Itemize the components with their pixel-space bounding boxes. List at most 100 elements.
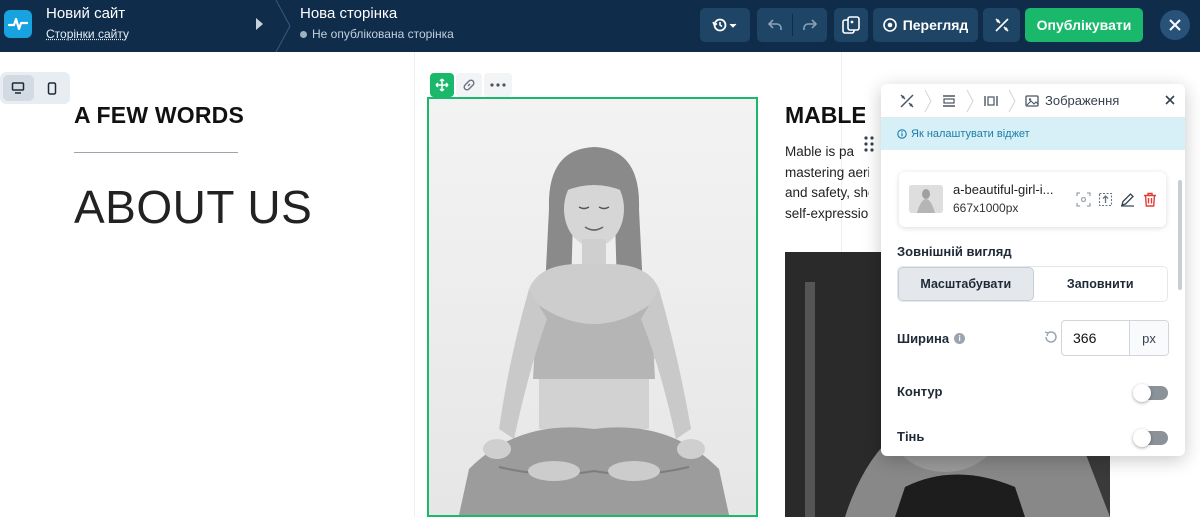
width-label: Ширина i xyxy=(897,331,966,346)
image-file-name: a-beautiful-girl-i... xyxy=(953,182,1054,197)
media-icon xyxy=(842,16,860,34)
image-file-card[interactable]: a-beautiful-girl-i... 667x1000px xyxy=(899,172,1166,227)
panel-drag-handle-icon[interactable] xyxy=(862,135,876,153)
pencil-icon xyxy=(1121,193,1134,207)
text-line: mastering aeria xyxy=(785,164,869,180)
meditating-woman-image xyxy=(429,99,756,515)
width-unit-select[interactable]: px xyxy=(1130,321,1168,355)
preview-button[interactable]: Перегляд xyxy=(873,8,978,42)
image-dimensions: 667x1000px xyxy=(953,201,1019,215)
panel-breadcrumb: Зображення xyxy=(881,84,1185,118)
text-line: Mable is pa xyxy=(785,144,855,159)
text-line: and safety, she xyxy=(785,185,869,200)
replace-image-button[interactable] xyxy=(1097,191,1114,208)
width-field[interactable]: 366 px xyxy=(1061,320,1169,356)
top-toolbar: Новий сайт Сторінки сайту Нова сторінка … xyxy=(0,0,1200,52)
breadcrumb-tools[interactable] xyxy=(891,84,923,118)
widget-help-link[interactable]: Як налаштувати віджет xyxy=(881,118,1185,150)
text-line: self-expression xyxy=(785,205,869,221)
shadow-label: Тінь xyxy=(897,429,925,444)
app-logo-icon[interactable] xyxy=(4,10,32,38)
section-title[interactable]: ABOUT US xyxy=(74,180,312,234)
upload-icon xyxy=(1098,192,1113,207)
about-paragraph[interactable]: Mable is pa mastering aeria and safety, … xyxy=(785,142,869,224)
media-library-button[interactable] xyxy=(834,8,868,42)
history-button[interactable] xyxy=(700,8,750,42)
page-canvas: A FEW WORDS ABOUT US MABLE Mable is pa m… xyxy=(0,52,1200,517)
page-status: Не опублікована сторінка xyxy=(300,27,454,41)
scale-option-button[interactable]: Масштабувати xyxy=(898,267,1034,301)
close-icon xyxy=(1169,19,1181,31)
help-link-text: Як налаштувати віджет xyxy=(911,128,1030,140)
breadcrumb-image[interactable]: Зображення xyxy=(1017,84,1127,118)
move-widget-button[interactable] xyxy=(430,73,454,97)
more-icon xyxy=(490,83,506,87)
device-switcher xyxy=(0,72,70,104)
redo-button[interactable] xyxy=(792,8,827,42)
more-options-button[interactable] xyxy=(484,73,512,97)
reset-width-icon[interactable] xyxy=(1043,329,1059,345)
desktop-icon xyxy=(12,82,25,94)
breadcrumb-column[interactable] xyxy=(975,84,1007,118)
mobile-icon xyxy=(47,81,56,95)
close-editor-button[interactable] xyxy=(1160,10,1190,40)
undo-redo-group xyxy=(757,8,827,42)
tools-button[interactable] xyxy=(983,8,1020,42)
appearance-toggle: Масштабувати Заповнити xyxy=(897,266,1168,302)
mobile-view-button[interactable] xyxy=(37,75,68,101)
info-icon xyxy=(897,129,907,139)
appearance-heading: Зовнішній вигляд xyxy=(897,244,1012,259)
file-actions xyxy=(1075,191,1158,208)
image-icon xyxy=(1025,94,1039,107)
site-pages-link[interactable]: Сторінки сайту xyxy=(46,27,129,41)
page-name[interactable]: Нова сторінка xyxy=(300,5,397,22)
toggle-knob xyxy=(1133,384,1151,402)
edit-image-button[interactable] xyxy=(1119,191,1136,208)
width-label-text: Ширина xyxy=(897,331,950,346)
breadcrumb-section[interactable] xyxy=(933,84,965,118)
undo-button[interactable] xyxy=(757,8,792,42)
contour-toggle[interactable] xyxy=(1133,384,1168,402)
image-settings-panel: Зображення Як налаштувати віджет a-beaut… xyxy=(881,84,1185,456)
expand-triangle-icon[interactable] xyxy=(256,18,263,30)
desktop-view-button[interactable] xyxy=(3,75,34,101)
toggle-knob xyxy=(1133,429,1151,447)
panel-title: Зображення xyxy=(1045,93,1120,108)
column-guide xyxy=(414,52,415,517)
section-subtitle[interactable]: A FEW WORDS xyxy=(74,102,244,129)
trash-icon xyxy=(1143,192,1156,207)
delete-image-button[interactable] xyxy=(1141,191,1158,208)
selected-image-widget[interactable] xyxy=(427,97,758,517)
close-panel-button[interactable] xyxy=(1165,92,1175,110)
history-icon xyxy=(712,18,737,32)
focus-icon xyxy=(1076,192,1091,207)
undo-icon xyxy=(767,19,782,30)
chevron-right-icon xyxy=(924,89,932,112)
tools-icon xyxy=(994,18,1009,32)
redo-icon xyxy=(802,19,817,30)
about-heading[interactable]: MABLE I xyxy=(785,102,865,129)
fill-option-button[interactable]: Заповнити xyxy=(1033,267,1167,301)
widget-toolbar xyxy=(430,73,512,97)
publish-button[interactable]: Опублікувати xyxy=(1025,8,1143,42)
page-status-text: Не опублікована сторінка xyxy=(312,27,454,41)
section-icon xyxy=(943,94,955,107)
status-dot-icon xyxy=(300,30,307,38)
preview-label: Перегляд xyxy=(902,17,969,33)
tools-icon xyxy=(900,93,914,108)
image-thumbnail xyxy=(909,185,943,213)
move-icon xyxy=(435,78,449,92)
link-icon xyxy=(463,79,475,91)
close-icon xyxy=(1165,95,1175,105)
shadow-toggle[interactable] xyxy=(1133,429,1168,447)
eye-icon xyxy=(882,18,897,32)
focus-point-button[interactable] xyxy=(1075,191,1092,208)
width-value[interactable]: 366 xyxy=(1062,321,1130,355)
panel-scrollbar[interactable] xyxy=(1178,180,1182,290)
divider-line[interactable] xyxy=(74,152,238,153)
info-icon[interactable]: i xyxy=(954,333,966,344)
link-widget-button[interactable] xyxy=(456,73,482,97)
chevron-right-icon xyxy=(966,89,974,112)
contour-label: Контур xyxy=(897,384,943,399)
breadcrumb-separator xyxy=(275,0,291,52)
